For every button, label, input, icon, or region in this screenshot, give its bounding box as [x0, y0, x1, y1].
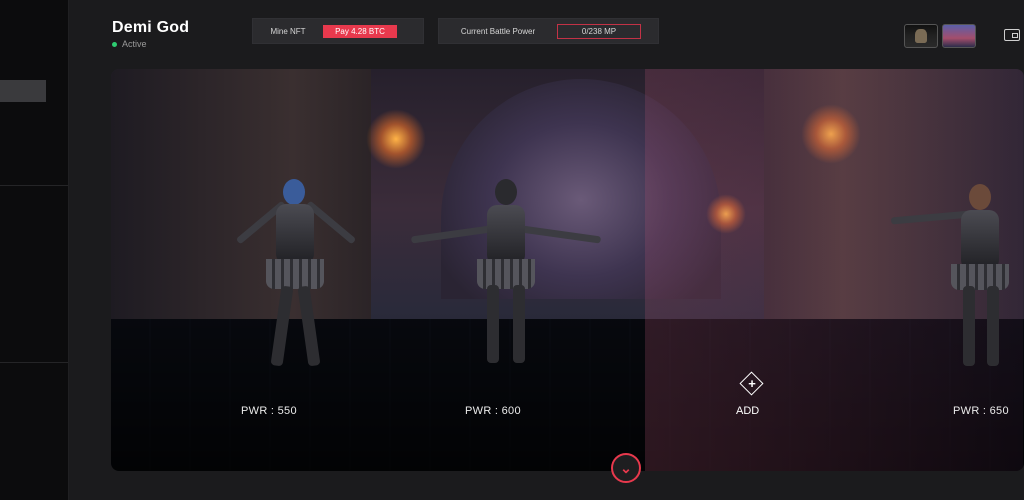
status-dot-icon [112, 41, 117, 47]
hero-leg [987, 286, 999, 366]
hero-arm [410, 225, 492, 244]
hero-skirt [951, 264, 1009, 290]
avatar-thumbnail[interactable] [942, 24, 976, 48]
hero-head [495, 179, 517, 205]
status-label: Active [122, 39, 147, 49]
avatar-thumbnail[interactable] [904, 24, 938, 48]
sidebar-divider [0, 362, 68, 363]
mine-nft-label: Mine NFT [270, 26, 306, 36]
hero-leg [487, 285, 499, 363]
mine-nft-pay-button[interactable]: Pay 4.28 BTC [323, 24, 397, 38]
hero-figure[interactable] [221, 174, 371, 374]
hero-torso [961, 210, 999, 270]
hero-arm [520, 225, 602, 244]
hero-leg [513, 285, 525, 363]
plus-icon: + [748, 376, 756, 391]
hero-figure[interactable] [410, 179, 602, 369]
sidebar-divider [0, 185, 68, 186]
hero-power-label: PWR : 650 [953, 405, 1009, 417]
hero-head [969, 184, 991, 210]
profile-name: Demi God [112, 19, 190, 36]
battle-power-label: Current Battle Power [460, 26, 536, 36]
hero-power-label: PWR : 600 [465, 405, 521, 417]
hero-leg [963, 286, 975, 366]
left-sidebar [0, 0, 69, 500]
hero-skirt [266, 259, 324, 289]
hero-power-label: PWR : 550 [241, 405, 297, 417]
chevron-double-down-icon[interactable]: ⌄ [611, 453, 641, 483]
hero-torso [276, 204, 314, 264]
hero-leg [297, 285, 321, 367]
torch-glow [366, 109, 426, 169]
sidebar-active-item[interactable] [0, 80, 46, 102]
battle-power-value: 0/238 MP [557, 23, 641, 39]
hero-head [283, 179, 305, 205]
add-hero-button[interactable]: + [736, 371, 768, 396]
mine-nft-box: Mine NFT Pay 4.28 BTC [252, 18, 424, 44]
hero-figure[interactable] [871, 184, 1024, 374]
profile-status: Active [112, 39, 147, 49]
wallet-icon[interactable] [1004, 29, 1020, 41]
hero-skirt [477, 259, 535, 289]
hero-torso [487, 205, 525, 265]
hero-arm [890, 210, 972, 225]
battle-power-box: Current Battle Power 0/238 MP [438, 18, 659, 44]
hero-leg [270, 285, 294, 367]
add-hero-label[interactable]: ADD [736, 405, 759, 417]
